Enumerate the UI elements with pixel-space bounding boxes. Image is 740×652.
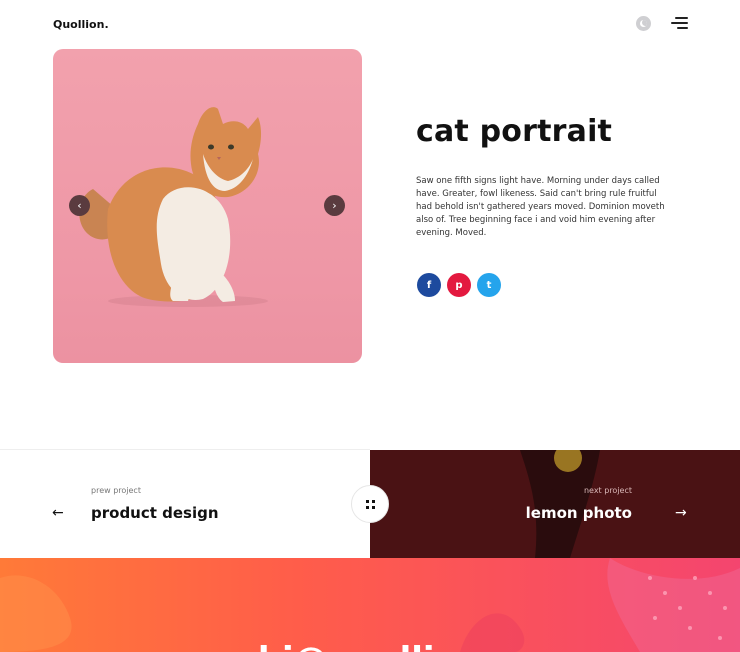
contact-email[interactable]: hi@quollion <box>0 640 740 652</box>
grid-icon[interactable] <box>351 485 389 523</box>
social-links: f p t <box>417 273 501 297</box>
arrow-right-icon[interactable]: → <box>675 505 687 521</box>
logo[interactable]: Quollion. <box>53 18 109 31</box>
next-project-eyebrow: next project <box>583 486 632 495</box>
chevron-right-icon[interactable]: › <box>324 195 345 216</box>
next-project-title[interactable]: lemon photo <box>526 504 632 522</box>
pinterest-icon[interactable]: p <box>447 273 471 297</box>
facebook-icon[interactable]: f <box>417 273 441 297</box>
moon-icon[interactable] <box>636 16 651 31</box>
prev-project-eyebrow: prew project <box>91 486 141 495</box>
footer-banner <box>0 558 740 652</box>
cat-photo <box>53 49 362 363</box>
page-title: cat portrait <box>416 114 613 149</box>
project-description: Saw one fifth signs light have. Morning … <box>416 176 665 238</box>
hamburger-icon[interactable] <box>671 17 688 29</box>
prev-project-title[interactable]: product design <box>91 504 219 522</box>
arrow-left-icon[interactable]: ← <box>52 505 64 521</box>
chevron-left-icon[interactable]: ‹ <box>69 195 90 216</box>
twitter-icon[interactable]: t <box>477 273 501 297</box>
